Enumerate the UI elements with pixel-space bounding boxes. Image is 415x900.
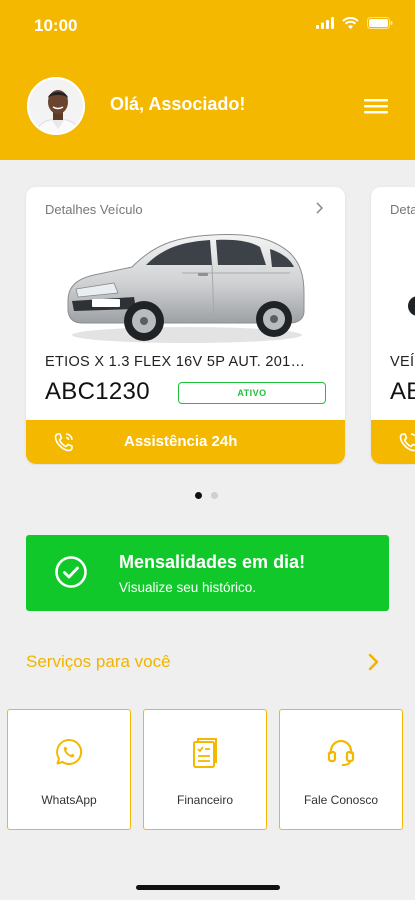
- vehicle-model: ETIOS X 1.3 FLEX 16V 5P AUT. 201…: [45, 354, 306, 370]
- carousel-pagination: [195, 492, 218, 499]
- app-header: 10:00 Olá, Associado!: [0, 0, 415, 160]
- status-time: 10:00: [34, 16, 78, 35]
- service-tile-fale-conosco[interactable]: Fale Conosco: [279, 709, 403, 830]
- vehicle-carousel[interactable]: Detalhes Veículo ETIOS X 1.3 FLEX 16V 5P…: [0, 185, 415, 465]
- phone-call-icon: [399, 433, 415, 452]
- payment-status-banner[interactable]: Mensalidades em dia! Visualize seu histó…: [26, 535, 389, 611]
- service-label: Financeiro: [176, 793, 234, 807]
- status-badge: ATIVO: [178, 382, 326, 404]
- payment-status-title: Mensalidades em dia!: [119, 552, 306, 572]
- assistance-24h-button[interactable]: Assistência 24h: [26, 420, 345, 464]
- vehicle-card-title: Deta: [390, 202, 415, 217]
- pagination-dot[interactable]: [211, 492, 218, 499]
- menu-button[interactable]: [364, 96, 388, 116]
- payment-status-subtitle: Visualize seu histórico.: [119, 580, 257, 595]
- services-header[interactable]: Serviços para você: [26, 652, 171, 672]
- greeting-text: Olá, Associado!: [110, 94, 246, 114]
- service-tile-whatsapp[interactable]: WhatsApp: [7, 709, 131, 830]
- vehicle-card[interactable]: Deta VEÍ AB: [371, 187, 415, 464]
- home-indicator[interactable]: [136, 885, 280, 890]
- vehicle-plate: AB: [390, 378, 415, 405]
- chevron-right-icon[interactable]: [367, 652, 381, 672]
- service-label: WhatsApp: [41, 793, 97, 807]
- avatar-photo: [29, 79, 83, 133]
- service-tile-financeiro[interactable]: Financeiro: [143, 709, 267, 830]
- status-bar: 10:00: [0, 0, 415, 52]
- service-label: Fale Conosco: [303, 793, 379, 807]
- car-image: [408, 296, 415, 316]
- hamburger-menu-icon: [364, 99, 388, 114]
- chevron-right-icon[interactable]: [315, 201, 325, 215]
- car-image: [67, 234, 305, 343]
- signal-icon: [316, 17, 334, 29]
- avatar[interactable]: [27, 77, 85, 135]
- status-icons: [316, 17, 393, 29]
- check-circle-icon: [55, 556, 87, 588]
- assistance-label: Assistência 24h: [124, 433, 238, 450]
- assistance-24h-button[interactable]: [371, 420, 415, 464]
- headset-icon: [327, 739, 355, 766]
- vehicle-model: VEÍ: [390, 354, 415, 370]
- vehicle-card[interactable]: Detalhes Veículo ETIOS X 1.3 FLEX 16V 5P…: [26, 187, 345, 464]
- document-icon: [193, 738, 217, 768]
- wifi-icon: [342, 17, 359, 29]
- phone-call-icon: [54, 433, 73, 452]
- pagination-dot-active[interactable]: [195, 492, 202, 499]
- vehicle-plate: ABC1230: [45, 378, 150, 405]
- battery-icon: [367, 17, 393, 29]
- whatsapp-icon: [56, 738, 83, 765]
- vehicle-card-title: Detalhes Veículo: [45, 202, 143, 217]
